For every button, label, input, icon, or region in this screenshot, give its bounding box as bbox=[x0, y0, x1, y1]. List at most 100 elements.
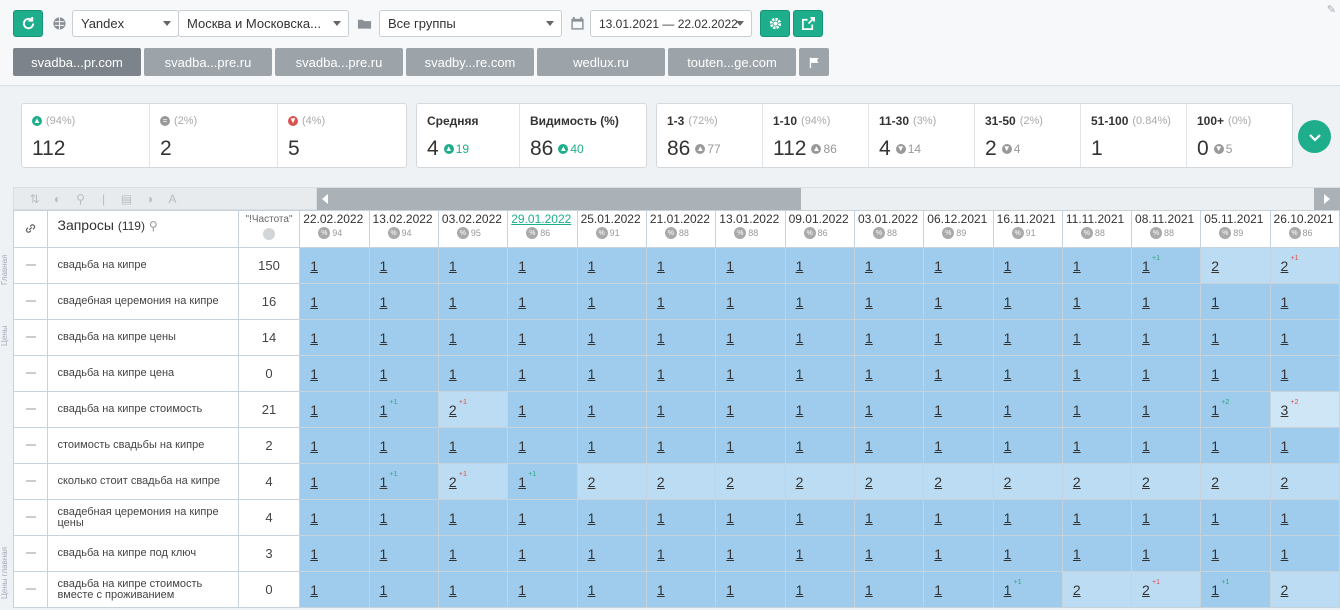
position-value[interactable]: 1 bbox=[1004, 510, 1012, 526]
position-cell[interactable]: 1 bbox=[576, 427, 647, 464]
position-value[interactable]: 1 bbox=[865, 582, 873, 598]
position-value[interactable]: 1 bbox=[518, 294, 526, 310]
position-value[interactable]: 1 bbox=[1142, 330, 1150, 346]
position-cell[interactable]: 1 bbox=[784, 283, 855, 320]
sort-icon[interactable]: ⇅ bbox=[28, 192, 41, 206]
position-value[interactable]: 1 bbox=[934, 438, 942, 454]
position-cell[interactable]: 1 bbox=[299, 535, 370, 572]
position-cell[interactable]: 1 bbox=[1200, 319, 1271, 356]
position-value[interactable]: 1 bbox=[380, 582, 388, 598]
position-value[interactable]: 1 bbox=[796, 546, 804, 562]
position-cell[interactable]: 1 bbox=[923, 319, 994, 356]
position-value[interactable]: 1 bbox=[1142, 510, 1150, 526]
stat-range-1-10[interactable]: 1-10 (94%) 112 ▲ 86 bbox=[763, 104, 869, 167]
position-cell[interactable]: 1 bbox=[645, 355, 717, 392]
position-cell[interactable]: 2 bbox=[1269, 571, 1340, 608]
position-cell[interactable]: 1 bbox=[1269, 535, 1340, 572]
position-cell[interactable]: 1 bbox=[1131, 391, 1202, 428]
position-value[interactable]: 1 bbox=[310, 546, 318, 562]
position-value[interactable]: 2 bbox=[934, 474, 942, 490]
position-cell[interactable]: 1 bbox=[299, 391, 370, 428]
position-value[interactable]: 1 bbox=[1211, 330, 1219, 346]
position-cell[interactable]: 1 bbox=[576, 391, 647, 428]
position-cell[interactable]: 1 bbox=[1061, 499, 1133, 536]
position-cell[interactable]: 2 bbox=[992, 463, 1063, 500]
date-column-header[interactable]: 03.01.2022% 88 bbox=[853, 210, 925, 248]
table-row[interactable]: свадьба на кипре под ключ 3 1 1 1 1 1 1 1 1 1 1 1 1 1 1… bbox=[12, 535, 1340, 572]
horizontal-scrollbar[interactable] bbox=[317, 187, 1340, 210]
position-value[interactable]: 1 bbox=[1142, 366, 1150, 382]
position-cell[interactable]: 1 bbox=[507, 355, 578, 392]
pin-icon[interactable]: ✎ bbox=[1327, 3, 1336, 16]
position-value[interactable]: 2 bbox=[1211, 474, 1219, 490]
site-tab[interactable]: svadba...pre.ru bbox=[144, 48, 272, 76]
site-tab[interactable]: svadby...re.com bbox=[406, 48, 534, 76]
stat-visibility[interactable]: Видимость (%) 86 ▲ 40 bbox=[520, 104, 646, 167]
position-value[interactable]: 1 bbox=[1073, 258, 1081, 274]
position-cell[interactable]: 1 bbox=[507, 319, 578, 356]
query-cell[interactable]: свадьба на кипре под ключ bbox=[47, 535, 239, 572]
position-value[interactable]: 1 bbox=[796, 438, 804, 454]
contrast-icon[interactable]: ◑ bbox=[143, 192, 156, 206]
position-cell[interactable]: 1 bbox=[923, 571, 994, 608]
position-cell[interactable]: 2 bbox=[1061, 463, 1133, 500]
query-cell[interactable]: свадьба на кипре bbox=[47, 247, 239, 284]
position-value[interactable]: 1 bbox=[1004, 582, 1012, 598]
position-cell[interactable]: 1 bbox=[645, 499, 717, 536]
position-cell[interactable]: 1 +1 bbox=[368, 463, 439, 500]
search-icon[interactable]: ⚲ bbox=[149, 219, 158, 233]
position-cell[interactable]: 1 bbox=[576, 283, 647, 320]
position-cell[interactable]: 1 bbox=[1131, 319, 1202, 356]
position-value[interactable]: 1 bbox=[657, 258, 665, 274]
position-cell[interactable]: 1 bbox=[1200, 355, 1271, 392]
position-cell[interactable]: 1 bbox=[923, 355, 994, 392]
position-value[interactable]: 1 bbox=[310, 330, 318, 346]
position-cell[interactable]: 2 bbox=[853, 463, 925, 500]
position-cell[interactable]: 1 bbox=[368, 283, 439, 320]
font-icon[interactable]: A bbox=[166, 192, 179, 206]
position-cell[interactable]: 1 bbox=[437, 319, 509, 356]
position-value[interactable]: 1 bbox=[865, 510, 873, 526]
position-value[interactable]: 2 bbox=[449, 402, 457, 418]
position-value[interactable]: 1 bbox=[1142, 546, 1150, 562]
position-value[interactable]: 1 bbox=[934, 402, 942, 418]
query-cell[interactable]: свадьба на кипре стоимость bbox=[47, 391, 239, 428]
position-cell[interactable]: 1 bbox=[992, 427, 1063, 464]
position-cell[interactable]: 1 bbox=[437, 535, 509, 572]
position-value[interactable]: 1 bbox=[449, 258, 457, 274]
position-cell[interactable]: 1 bbox=[853, 355, 925, 392]
position-value[interactable]: 1 bbox=[310, 438, 318, 454]
position-value[interactable]: 1 bbox=[726, 294, 734, 310]
position-value[interactable]: 1 bbox=[657, 582, 665, 598]
position-value[interactable]: 1 bbox=[1281, 438, 1289, 454]
position-cell[interactable]: 1 bbox=[645, 247, 717, 284]
date-column-header[interactable]: 03.02.2022% 95 bbox=[437, 210, 509, 248]
position-cell[interactable]: 1 bbox=[299, 319, 370, 356]
position-cell[interactable]: 1 bbox=[784, 535, 855, 572]
row-link-cell[interactable] bbox=[12, 463, 49, 500]
position-value[interactable]: 1 bbox=[449, 510, 457, 526]
position-value[interactable]: 1 bbox=[380, 258, 388, 274]
position-value[interactable]: 1 bbox=[380, 402, 388, 418]
position-value[interactable]: 1 bbox=[657, 366, 665, 382]
position-cell[interactable]: 1 bbox=[784, 355, 855, 392]
position-value[interactable]: 1 bbox=[1142, 294, 1150, 310]
position-value[interactable]: 2 bbox=[1281, 582, 1289, 598]
position-cell[interactable]: 1 bbox=[784, 499, 855, 536]
position-value[interactable]: 1 bbox=[1073, 402, 1081, 418]
position-cell[interactable]: 1 bbox=[992, 355, 1063, 392]
position-cell[interactable]: 1 +1 bbox=[368, 391, 439, 428]
table-row[interactable]: свадьба на кипре стоимость 21 1 1 +1 2 +1 1 1 1 1 1… bbox=[12, 391, 1340, 428]
position-cell[interactable]: 1 bbox=[1269, 319, 1340, 356]
position-value[interactable]: 2 bbox=[1211, 258, 1219, 274]
position-value[interactable]: 1 bbox=[1211, 582, 1219, 598]
position-cell[interactable]: 1 bbox=[576, 535, 647, 572]
position-cell[interactable]: 1 bbox=[715, 571, 786, 608]
position-value[interactable]: 1 bbox=[518, 366, 526, 382]
position-value[interactable]: 1 bbox=[1004, 258, 1012, 274]
position-value[interactable]: 2 bbox=[1281, 474, 1289, 490]
scroll-right-button[interactable] bbox=[1314, 188, 1340, 210]
position-cell[interactable]: 1 bbox=[507, 571, 578, 608]
position-cell[interactable]: 1 bbox=[299, 427, 370, 464]
position-cell[interactable]: 1 bbox=[299, 571, 370, 608]
